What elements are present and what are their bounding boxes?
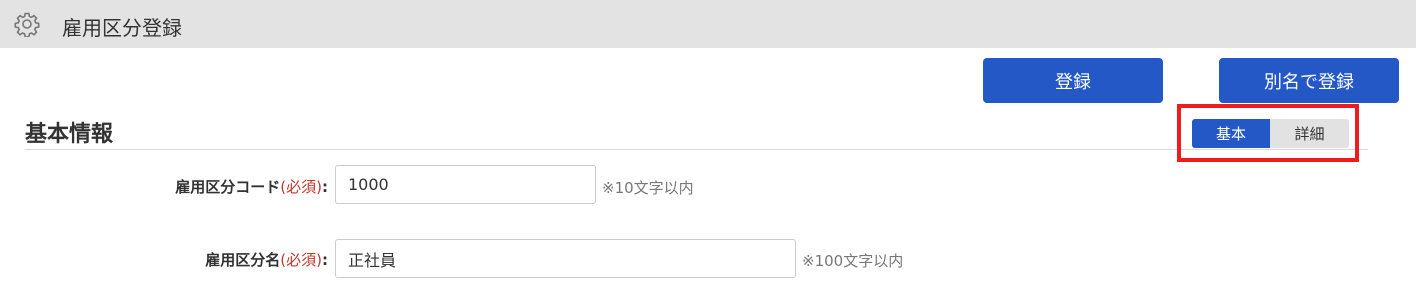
employment-name-input[interactable]: [335, 239, 796, 278]
label-colon: :: [322, 178, 328, 196]
label-colon: :: [322, 251, 328, 269]
section-divider: [25, 149, 1368, 150]
employment-code-hint: ※10文字以内: [602, 179, 694, 197]
required-mark: (必須): [280, 251, 322, 269]
register-as-alias-button[interactable]: 別名で登録: [1219, 58, 1399, 103]
field-label-text: 雇用区分名: [205, 251, 281, 269]
view-toggle: 基本 詳細: [1192, 119, 1349, 148]
register-button[interactable]: 登録: [983, 58, 1163, 103]
toggle-basic[interactable]: 基本: [1192, 119, 1270, 148]
gear-icon[interactable]: [14, 11, 40, 37]
page-title: 雇用区分登録: [62, 16, 182, 40]
employment-code-label: 雇用区分コード(必須):: [175, 176, 328, 197]
employment-name-label: 雇用区分名(必須):: [205, 249, 328, 270]
toggle-detail[interactable]: 詳細: [1270, 119, 1349, 148]
employment-code-input[interactable]: [335, 165, 596, 204]
page-header: 雇用区分登録: [0, 0, 1416, 48]
section-title: 基本情報: [25, 122, 114, 147]
employment-name-hint: ※100文字以内: [802, 252, 904, 270]
required-mark: (必須): [280, 178, 322, 196]
field-label-text: 雇用区分コード: [175, 178, 281, 196]
